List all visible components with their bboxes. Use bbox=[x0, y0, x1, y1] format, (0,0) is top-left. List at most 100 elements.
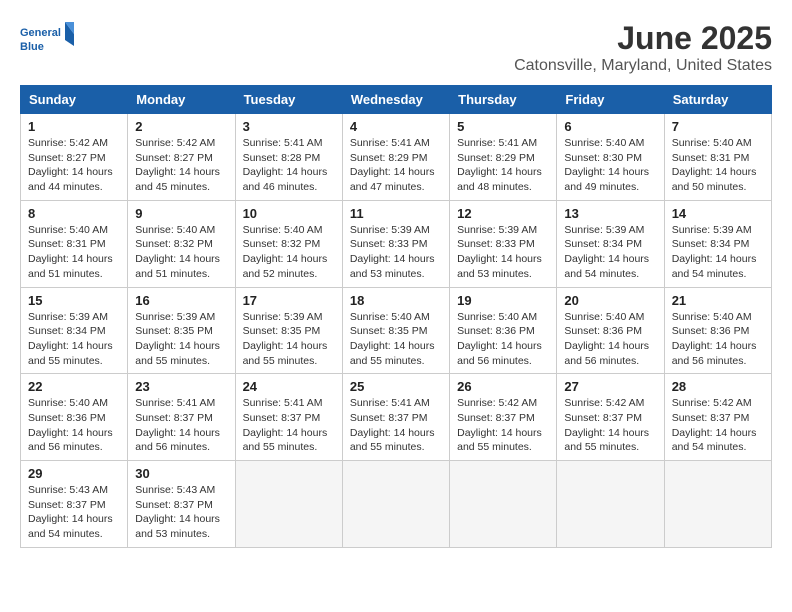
calendar-cell: 18Sunrise: 5:40 AMSunset: 8:35 PMDayligh… bbox=[342, 287, 449, 374]
title-section: June 2025 Catonsville, Maryland, United … bbox=[514, 20, 772, 75]
day-number: 23 bbox=[135, 379, 227, 394]
day-info: Sunrise: 5:39 AMSunset: 8:34 PMDaylight:… bbox=[564, 223, 656, 282]
day-number: 14 bbox=[672, 206, 764, 221]
day-number: 25 bbox=[350, 379, 442, 394]
day-number: 1 bbox=[28, 119, 120, 134]
day-number: 20 bbox=[564, 293, 656, 308]
calendar-cell: 16 Sunrise: 5:39 AMSunset: 8:35 PMDayligh… bbox=[128, 287, 235, 374]
calendar-week-1: 1 Sunrise: 5:42 AMSunset: 8:27 PMDaylight… bbox=[21, 114, 772, 201]
day-info: Sunrise: 5:40 AMSunset: 8:36 PMDaylight:… bbox=[564, 310, 656, 369]
calendar-cell: 19 Sunrise: 5:40 AMSunset: 8:36 PMDayligh… bbox=[450, 287, 557, 374]
day-number: 21 bbox=[672, 293, 764, 308]
day-info: Sunrise: 5:39 AMSunset: 8:34 PMDaylight:… bbox=[28, 310, 120, 369]
calendar-cell: 25 Sunrise: 5:41 AMSunset: 8:37 PMDayligh… bbox=[342, 374, 449, 461]
day-info: Sunrise: 5:40 AMSunset: 8:30 PMDaylight:… bbox=[564, 136, 656, 195]
day-number: 17 bbox=[243, 293, 335, 308]
day-info: Sunrise: 5:41 AMSunset: 8:28 PMDaylight:… bbox=[243, 136, 335, 195]
calendar-week-2: 8Sunrise: 5:40 AMSunset: 8:31 PMDaylight… bbox=[21, 200, 772, 287]
day-info: Sunrise: 5:39 AMSunset: 8:34 PMDaylight:… bbox=[672, 223, 764, 282]
day-number: 12 bbox=[457, 206, 549, 221]
day-info: Sunrise: 5:42 AMSunset: 8:37 PMDaylight:… bbox=[672, 396, 764, 455]
day-info: Sunrise: 5:39 AMSunset: 8:35 PMDaylight:… bbox=[135, 310, 227, 369]
day-number: 16 bbox=[135, 293, 227, 308]
day-info: Sunrise: 5:39 AMSunset: 8:33 PMDaylight:… bbox=[457, 223, 549, 282]
day-number: 10 bbox=[243, 206, 335, 221]
day-info: Sunrise: 5:41 AMSunset: 8:29 PMDaylight:… bbox=[350, 136, 442, 195]
day-number: 24 bbox=[243, 379, 335, 394]
calendar-cell: 26Sunrise: 5:42 AMSunset: 8:37 PMDayligh… bbox=[450, 374, 557, 461]
calendar-cell: 10 Sunrise: 5:40 AMSunset: 8:32 PMDayligh… bbox=[235, 200, 342, 287]
calendar-cell: 17 Sunrise: 5:39 AMSunset: 8:35 PMDayligh… bbox=[235, 287, 342, 374]
day-info: Sunrise: 5:42 AMSunset: 8:27 PMDaylight:… bbox=[28, 136, 120, 195]
day-number: 5 bbox=[457, 119, 549, 134]
day-info: Sunrise: 5:43 AMSunset: 8:37 PMDaylight:… bbox=[135, 483, 227, 542]
day-number: 15 bbox=[28, 293, 120, 308]
day-number: 26 bbox=[457, 379, 549, 394]
day-header-saturday: Saturday bbox=[664, 86, 771, 114]
calendar-header-row: SundayMondayTuesdayWednesdayThursdayFrid… bbox=[21, 86, 772, 114]
calendar-week-3: 15 Sunrise: 5:39 AMSunset: 8:34 PMDayligh… bbox=[21, 287, 772, 374]
day-info: Sunrise: 5:41 AMSunset: 8:29 PMDaylight:… bbox=[457, 136, 549, 195]
day-info: Sunrise: 5:40 AMSunset: 8:31 PMDaylight:… bbox=[28, 223, 120, 282]
logo-icon: General Blue bbox=[20, 20, 80, 60]
calendar-cell: 22Sunrise: 5:40 AMSunset: 8:36 PMDayligh… bbox=[21, 374, 128, 461]
day-number: 11 bbox=[350, 206, 442, 221]
calendar: SundayMondayTuesdayWednesdayThursdayFrid… bbox=[20, 85, 772, 548]
day-header-sunday: Sunday bbox=[21, 86, 128, 114]
day-header-tuesday: Tuesday bbox=[235, 86, 342, 114]
day-header-monday: Monday bbox=[128, 86, 235, 114]
day-info: Sunrise: 5:40 AMSunset: 8:32 PMDaylight:… bbox=[135, 223, 227, 282]
calendar-cell bbox=[557, 461, 664, 548]
day-info: Sunrise: 5:42 AMSunset: 8:37 PMDaylight:… bbox=[564, 396, 656, 455]
day-header-wednesday: Wednesday bbox=[342, 86, 449, 114]
calendar-cell bbox=[450, 461, 557, 548]
day-number: 6 bbox=[564, 119, 656, 134]
day-info: Sunrise: 5:40 AMSunset: 8:36 PMDaylight:… bbox=[672, 310, 764, 369]
calendar-cell bbox=[664, 461, 771, 548]
calendar-cell: 3 Sunrise: 5:41 AMSunset: 8:28 PMDaylight… bbox=[235, 114, 342, 201]
day-number: 13 bbox=[564, 206, 656, 221]
svg-text:General: General bbox=[20, 27, 61, 39]
calendar-cell: 12 Sunrise: 5:39 AMSunset: 8:33 PMDayligh… bbox=[450, 200, 557, 287]
calendar-cell: 15 Sunrise: 5:39 AMSunset: 8:34 PMDayligh… bbox=[21, 287, 128, 374]
day-number: 27 bbox=[564, 379, 656, 394]
day-info: Sunrise: 5:43 AMSunset: 8:37 PMDaylight:… bbox=[28, 483, 120, 542]
day-info: Sunrise: 5:39 AMSunset: 8:33 PMDaylight:… bbox=[350, 223, 442, 282]
calendar-cell: 28Sunrise: 5:42 AMSunset: 8:37 PMDayligh… bbox=[664, 374, 771, 461]
day-info: Sunrise: 5:41 AMSunset: 8:37 PMDaylight:… bbox=[350, 396, 442, 455]
day-number: 9 bbox=[135, 206, 227, 221]
calendar-cell: 30Sunrise: 5:43 AMSunset: 8:37 PMDayligh… bbox=[128, 461, 235, 548]
calendar-cell: 6 Sunrise: 5:40 AMSunset: 8:30 PMDaylight… bbox=[557, 114, 664, 201]
calendar-cell: 20 Sunrise: 5:40 AMSunset: 8:36 PMDayligh… bbox=[557, 287, 664, 374]
day-number: 4 bbox=[350, 119, 442, 134]
calendar-cell: 11 Sunrise: 5:39 AMSunset: 8:33 PMDayligh… bbox=[342, 200, 449, 287]
calendar-cell: 27 Sunrise: 5:42 AMSunset: 8:37 PMDayligh… bbox=[557, 374, 664, 461]
day-info: Sunrise: 5:42 AMSunset: 8:27 PMDaylight:… bbox=[135, 136, 227, 195]
calendar-cell: 2 Sunrise: 5:42 AMSunset: 8:27 PMDaylight… bbox=[128, 114, 235, 201]
calendar-cell bbox=[235, 461, 342, 548]
day-info: Sunrise: 5:40 AMSunset: 8:36 PMDaylight:… bbox=[457, 310, 549, 369]
logo: General Blue bbox=[20, 20, 80, 60]
calendar-cell: 14 Sunrise: 5:39 AMSunset: 8:34 PMDayligh… bbox=[664, 200, 771, 287]
day-info: Sunrise: 5:40 AMSunset: 8:31 PMDaylight:… bbox=[672, 136, 764, 195]
calendar-cell: 7 Sunrise: 5:40 AMSunset: 8:31 PMDaylight… bbox=[664, 114, 771, 201]
main-title: June 2025 bbox=[514, 20, 772, 57]
calendar-cell: 4 Sunrise: 5:41 AMSunset: 8:29 PMDaylight… bbox=[342, 114, 449, 201]
calendar-cell: 29Sunrise: 5:43 AMSunset: 8:37 PMDayligh… bbox=[21, 461, 128, 548]
day-header-thursday: Thursday bbox=[450, 86, 557, 114]
day-number: 7 bbox=[672, 119, 764, 134]
subtitle: Catonsville, Maryland, United States bbox=[514, 57, 772, 75]
svg-text:Blue: Blue bbox=[20, 41, 44, 53]
calendar-cell: 1 Sunrise: 5:42 AMSunset: 8:27 PMDaylight… bbox=[21, 114, 128, 201]
calendar-cell: 5 Sunrise: 5:41 AMSunset: 8:29 PMDaylight… bbox=[450, 114, 557, 201]
calendar-week-5: 29Sunrise: 5:43 AMSunset: 8:37 PMDayligh… bbox=[21, 461, 772, 548]
day-number: 3 bbox=[243, 119, 335, 134]
calendar-week-4: 22Sunrise: 5:40 AMSunset: 8:36 PMDayligh… bbox=[21, 374, 772, 461]
day-header-friday: Friday bbox=[557, 86, 664, 114]
day-number: 2 bbox=[135, 119, 227, 134]
day-number: 19 bbox=[457, 293, 549, 308]
day-info: Sunrise: 5:40 AMSunset: 8:32 PMDaylight:… bbox=[243, 223, 335, 282]
calendar-cell: 23Sunrise: 5:41 AMSunset: 8:37 PMDayligh… bbox=[128, 374, 235, 461]
day-info: Sunrise: 5:39 AMSunset: 8:35 PMDaylight:… bbox=[243, 310, 335, 369]
calendar-cell: 21 Sunrise: 5:40 AMSunset: 8:36 PMDayligh… bbox=[664, 287, 771, 374]
